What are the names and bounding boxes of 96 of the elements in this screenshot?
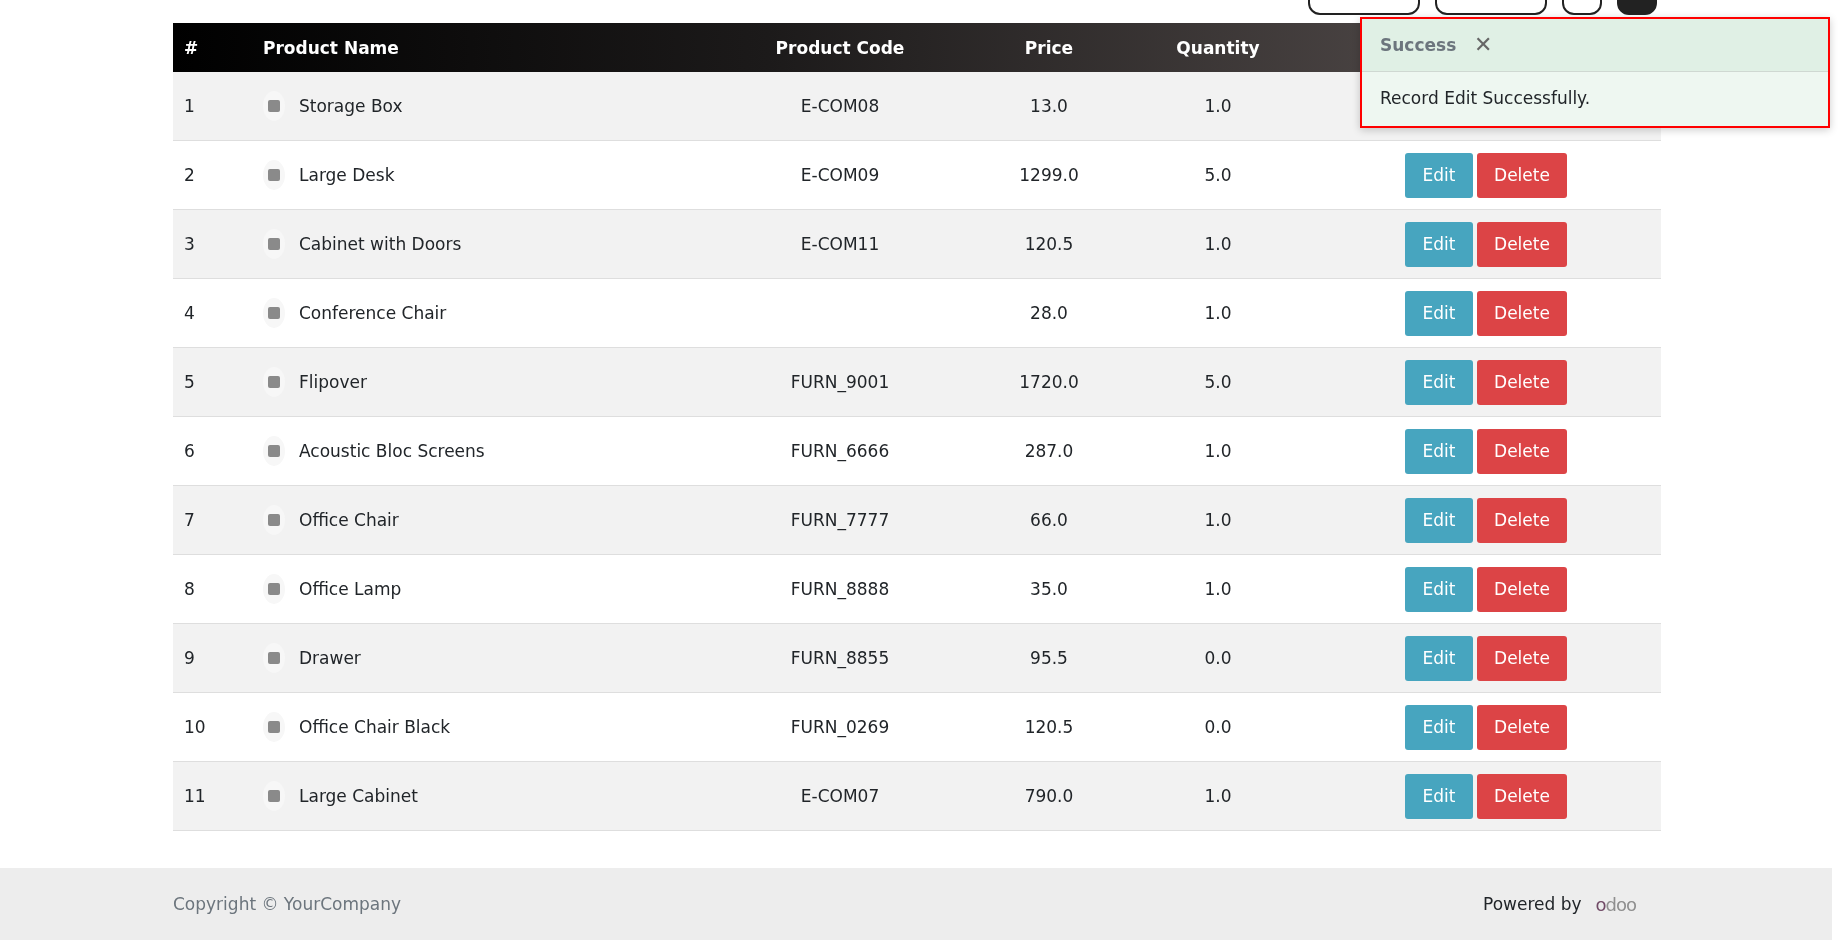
delete-button[interactable]: Delete <box>1477 704 1567 750</box>
table-cell: Large Cabinet <box>299 786 418 806</box>
table-cell: Acoustic Bloc Screens <box>299 441 485 461</box>
table-cell: FURN_7777 <box>790 510 890 530</box>
product-photo-placeholder <box>263 367 285 397</box>
table-cell: 1.0 <box>1204 96 1232 116</box>
table-cell: Storage Box <box>299 96 403 116</box>
table-cell: Drawer <box>299 648 361 668</box>
table-cell-text: 8 <box>183 579 196 599</box>
column-header: # <box>183 37 200 58</box>
product-photo-placeholder <box>263 643 285 673</box>
table-cell: 1.0 <box>1204 303 1232 323</box>
delete-button[interactable]: Delete <box>1477 428 1567 474</box>
product-photo-placeholder <box>263 298 285 328</box>
table-cell: 1.0 <box>1204 441 1232 461</box>
table-cell: FURN_6666 <box>790 441 890 461</box>
table-cell: 0.0 <box>1204 717 1232 737</box>
delete-button[interactable]: Delete <box>1477 290 1567 336</box>
product-photo-placeholder <box>263 436 285 466</box>
table-cell: FURN_0269 <box>790 717 890 737</box>
toast-message: Record Edit Successfully. <box>1380 88 1591 108</box>
column-header: Quantity <box>1175 37 1261 58</box>
table-cell: 120.5 <box>1024 717 1074 737</box>
table-cell: FURN_8888 <box>790 579 890 599</box>
table-cell-text: 6 <box>183 441 196 461</box>
toast-title: Success <box>1380 35 1457 55</box>
table-cell: Cabinet with Doors <box>299 234 462 254</box>
table-cell-text: 3 <box>183 234 196 254</box>
table-cell: 95.5 <box>1030 648 1068 668</box>
table-cell: FURN_9001 <box>790 372 890 392</box>
delete-button[interactable]: Delete <box>1477 359 1567 405</box>
table-cell: 66.0 <box>1030 510 1068 530</box>
table-cell: E-COM09 <box>800 165 880 185</box>
product-photo-placeholder <box>263 160 285 190</box>
table-cell: 287.0 <box>1024 441 1074 461</box>
table-cell-text: 9 <box>183 648 196 668</box>
delete-button[interactable]: Delete <box>1477 221 1567 267</box>
product-photo-placeholder <box>263 229 285 259</box>
table-cell: Office Chair Black <box>299 717 451 737</box>
delete-button[interactable]: Delete <box>1477 566 1567 612</box>
edit-button[interactable]: Edit <box>1405 635 1473 681</box>
table-cell: 13.0 <box>1030 96 1068 116</box>
table-cell: FURN_8855 <box>790 648 890 668</box>
close-button[interactable]: ✕ <box>1474 32 1493 58</box>
edit-button[interactable]: Edit <box>1405 497 1473 543</box>
edit-button[interactable]: Edit <box>1405 428 1473 474</box>
edit-button[interactable]: Edit <box>1405 290 1473 336</box>
delete-button[interactable]: Delete <box>1477 152 1567 198</box>
table-cell-text: 11 <box>183 786 207 806</box>
edit-button[interactable]: Edit <box>1405 704 1473 750</box>
table-cell: 1.0 <box>1204 579 1232 599</box>
table-cell: 1.0 <box>1204 786 1232 806</box>
product-photo-placeholder <box>263 505 285 535</box>
edit-button[interactable]: Edit <box>1405 773 1473 819</box>
table-cell: Large Desk <box>299 165 395 185</box>
table-cell-text: 1 <box>183 96 196 116</box>
table-cell: 1299.0 <box>1019 165 1079 185</box>
table-cell: E-COM11 <box>800 234 880 254</box>
table-cell: 0.0 <box>1204 648 1232 668</box>
table-cell: 35.0 <box>1030 579 1068 599</box>
powered-by-text: Powered by <box>1483 894 1582 914</box>
edit-button[interactable]: Edit <box>1405 152 1473 198</box>
copyright-text: Copyright © YourCompany <box>173 894 402 914</box>
table-cell-text: 2 <box>183 165 196 185</box>
table-cell: 120.5 <box>1024 234 1074 254</box>
table-cell-text: 4 <box>183 303 196 323</box>
table-cell: Office Lamp <box>299 579 402 599</box>
table-cell: 28.0 <box>1030 303 1068 323</box>
edit-button[interactable]: Edit <box>1405 221 1473 267</box>
delete-button[interactable]: Delete <box>1477 497 1567 543</box>
column-header: Product Name <box>262 37 400 58</box>
table-cell-text: 7 <box>183 510 196 530</box>
table-cell: 790.0 <box>1024 786 1074 806</box>
delete-button[interactable]: Delete <box>1477 635 1567 681</box>
odoo-logo[interactable]: odoo <box>1595 893 1636 915</box>
table-cell: Flipover <box>299 372 367 392</box>
column-header: Product Code <box>774 37 906 58</box>
table-cell: Conference Chair <box>299 303 447 323</box>
table-cell: 1720.0 <box>1019 372 1079 392</box>
table-cell: E-COM08 <box>800 96 880 116</box>
delete-button[interactable]: Delete <box>1477 773 1567 819</box>
product-photo-placeholder <box>263 781 285 811</box>
edit-button[interactable]: Edit <box>1405 359 1473 405</box>
table-cell: 1.0 <box>1204 234 1232 254</box>
product-photo-placeholder <box>263 712 285 742</box>
product-photo-placeholder <box>263 91 285 121</box>
table-cell: Office Chair <box>299 510 399 530</box>
table-cell-text: 5 <box>183 372 196 392</box>
edit-button[interactable]: Edit <box>1405 566 1473 612</box>
table-cell: 5.0 <box>1204 165 1232 185</box>
column-header: Price <box>1023 37 1075 58</box>
table-cell: E-COM07 <box>800 786 880 806</box>
product-photo-placeholder <box>263 574 285 604</box>
table-cell-text: 10 <box>183 717 207 737</box>
table-cell: 1.0 <box>1204 510 1232 530</box>
table-cell: 5.0 <box>1204 372 1232 392</box>
